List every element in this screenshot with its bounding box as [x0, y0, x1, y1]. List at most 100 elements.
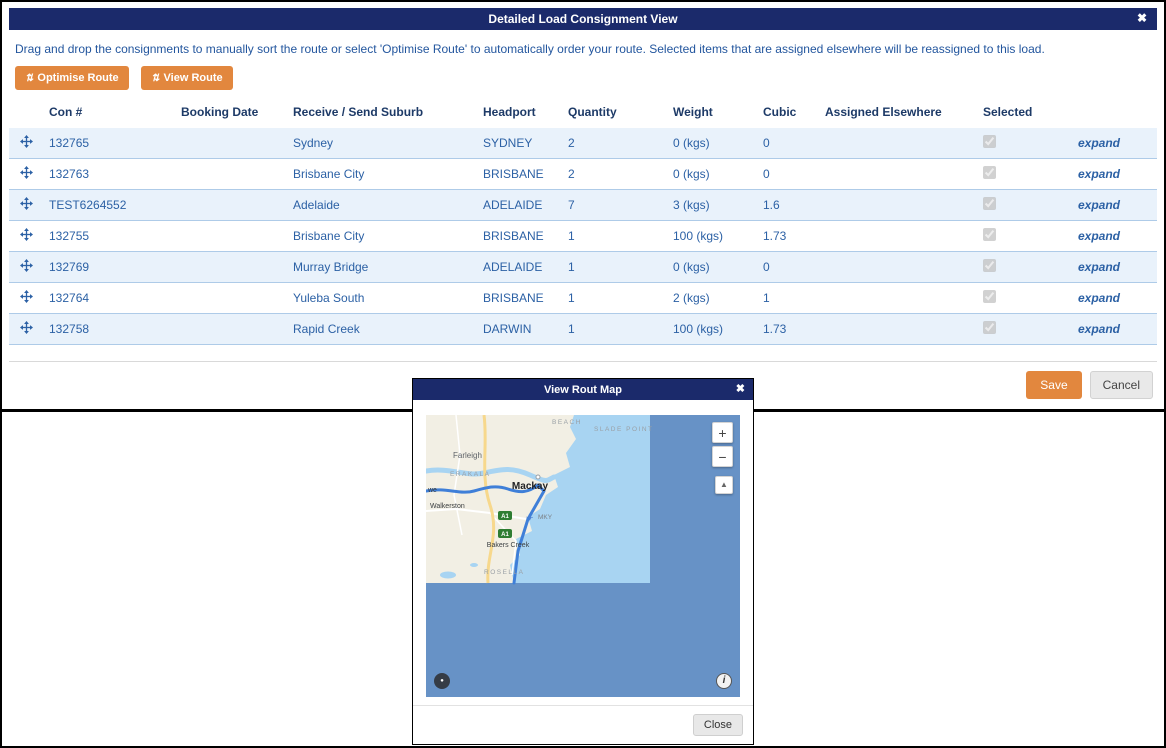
cell-weight: 100 (kgs)	[667, 313, 757, 345]
cell-weight: 3 (kgs)	[667, 189, 757, 221]
header-suburb: Receive / Send Suburb	[293, 105, 424, 119]
selected-checkbox[interactable]	[983, 135, 996, 148]
cell-suburb: Murray Bridge	[287, 251, 477, 283]
close-icon[interactable]: ✖	[1137, 11, 1147, 25]
cell-weight: 0 (kgs)	[667, 158, 757, 190]
tilt-control-button[interactable]: ▲	[715, 476, 733, 494]
close-icon[interactable]: ✖	[736, 382, 745, 395]
cancel-button[interactable]: Cancel	[1089, 371, 1153, 399]
consignment-modal-header: Detailed Load Consignment View ✖	[9, 8, 1157, 30]
header-assigned: Assigned Elsewhere	[825, 105, 942, 119]
selected-checkbox[interactable]	[983, 166, 996, 179]
zoom-in-button[interactable]: +	[712, 422, 733, 443]
save-button[interactable]: Save	[1026, 371, 1082, 399]
table-row: 132765 Sydney SYDNEY 2 0 (kgs) 0 expand	[9, 128, 1157, 159]
expand-link[interactable]: expand	[1078, 229, 1120, 243]
route-button-row: ⇅ Optimise Route ⇅ View Route	[15, 66, 1151, 90]
cell-headport: ADELAIDE	[477, 189, 562, 221]
drag-handle-icon[interactable]	[19, 197, 33, 210]
cell-booking-date	[175, 282, 287, 314]
cell-suburb: Yuleba South	[287, 282, 477, 314]
header-weight: Weight	[673, 105, 713, 119]
map-lake	[470, 563, 478, 567]
drag-handle-icon[interactable]	[19, 290, 33, 303]
airplane-icon: ✈	[526, 513, 534, 523]
instructions-text: Drag and drop the consignments to manual…	[15, 42, 1045, 56]
page: Detailed Load Consignment View ✖ Drag an…	[0, 0, 1166, 748]
cell-assigned	[819, 189, 977, 221]
map-label-we: we	[427, 487, 437, 494]
map-label-beach: BEACH	[552, 419, 582, 426]
selected-checkbox[interactable]	[983, 228, 996, 241]
header-selected: Selected	[983, 105, 1033, 119]
cell-quantity: 1	[562, 313, 667, 345]
zoom-out-button[interactable]: −	[712, 446, 733, 467]
selected-checkbox[interactable]	[983, 197, 996, 210]
cell-quantity: 2	[562, 128, 667, 159]
map-modal-footer: Close	[413, 705, 753, 744]
optimise-route-button[interactable]: ⇅ Optimise Route	[15, 66, 129, 90]
map-modal: View Rout Map ✖ A1 A1 ✈ MKY BEACH SLADE …	[412, 378, 754, 745]
cell-con: 132758	[43, 313, 175, 345]
cell-cubic: 0	[757, 251, 819, 283]
header-expand	[1072, 96, 1157, 128]
optimise-route-label: Optimise Route	[37, 72, 119, 84]
map-label-airport: MKY	[538, 514, 553, 521]
cell-con: 132755	[43, 220, 175, 252]
selected-checkbox[interactable]	[983, 259, 996, 272]
road-shield-label: A1	[501, 514, 509, 520]
cell-booking-date	[175, 220, 287, 252]
header-booking-date: Booking Date	[181, 105, 259, 119]
selected-checkbox[interactable]	[983, 290, 996, 303]
drag-handle-icon[interactable]	[19, 228, 33, 241]
cell-quantity: 1	[562, 220, 667, 252]
expand-link[interactable]: expand	[1078, 136, 1120, 150]
map-container: A1 A1 ✈ MKY BEACH SLADE POINT Farleigh E…	[426, 415, 740, 697]
close-map-button[interactable]: Close	[692, 714, 743, 736]
expand-link[interactable]: expand	[1078, 322, 1120, 336]
cell-headport: ADELAIDE	[477, 251, 562, 283]
cell-headport: SYDNEY	[477, 128, 562, 159]
cell-con: 132765	[43, 128, 175, 159]
cell-booking-date	[175, 128, 287, 159]
table-header-row: Con # Booking Date Receive / Send Suburb…	[9, 96, 1157, 128]
info-icon[interactable]: i	[716, 673, 732, 689]
pegman-icon[interactable]: ●	[434, 673, 450, 689]
drag-handle-icon[interactable]	[19, 259, 33, 272]
cell-cubic: 1.73	[757, 220, 819, 252]
cell-booking-date	[175, 189, 287, 221]
cell-headport: BRISBANE	[477, 220, 562, 252]
cell-suburb: Rapid Creek	[287, 313, 477, 345]
cell-weight: 0 (kgs)	[667, 128, 757, 159]
cell-weight: 100 (kgs)	[667, 220, 757, 252]
cell-suburb: Adelaide	[287, 189, 477, 221]
cell-suburb: Brisbane City	[287, 158, 477, 190]
table-row: 132763 Brisbane City BRISBANE 2 0 (kgs) …	[9, 158, 1157, 190]
drag-handle-icon[interactable]	[19, 321, 33, 334]
expand-link[interactable]: expand	[1078, 291, 1120, 305]
modal-title: Detailed Load Consignment View	[488, 12, 678, 26]
expand-link[interactable]: expand	[1078, 260, 1120, 274]
selected-checkbox[interactable]	[983, 321, 996, 334]
cell-assigned	[819, 282, 977, 314]
cell-quantity: 1	[562, 282, 667, 314]
expand-link[interactable]: expand	[1078, 167, 1120, 181]
table-row: 132758 Rapid Creek DARWIN 1 100 (kgs) 1.…	[9, 313, 1157, 345]
cell-cubic: 1.6	[757, 189, 819, 221]
cell-assigned	[819, 220, 977, 252]
map-lake	[440, 571, 456, 579]
drag-handle-icon[interactable]	[19, 166, 33, 179]
cell-booking-date	[175, 251, 287, 283]
consignment-table: Con # Booking Date Receive / Send Suburb…	[9, 96, 1157, 345]
cell-suburb: Brisbane City	[287, 220, 477, 252]
expand-link[interactable]: expand	[1078, 198, 1120, 212]
map-canvas[interactable]: A1 A1 ✈ MKY BEACH SLADE POINT Farleigh E…	[426, 415, 740, 697]
drag-handle-icon[interactable]	[19, 135, 33, 148]
view-route-button[interactable]: ⇅ View Route	[141, 66, 233, 90]
map-label-farleigh: Farleigh	[453, 451, 482, 460]
cell-headport: DARWIN	[477, 313, 562, 345]
cell-quantity: 7	[562, 189, 667, 221]
cell-con: 132763	[43, 158, 175, 190]
map-label-rosella: ROSELLA	[484, 569, 525, 576]
cell-booking-date	[175, 158, 287, 190]
